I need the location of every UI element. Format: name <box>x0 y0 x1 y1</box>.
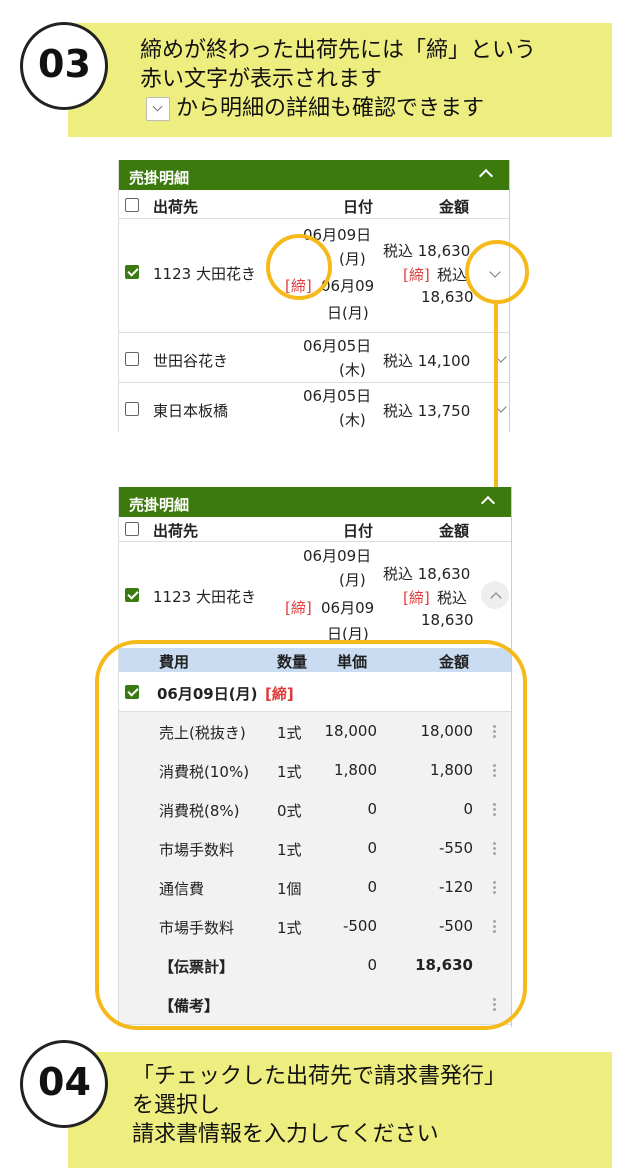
step4-text-line3: 請求書情報を入力してください <box>132 1122 439 1147</box>
step4-number: 04 <box>38 1060 91 1104</box>
chevron-down-icon <box>146 97 170 121</box>
step3-text-line1: 締めが終わった出荷先には「締」という <box>140 38 537 63</box>
panel-title: 売掛明細 <box>129 496 190 514</box>
col-date: 日付 <box>343 198 374 216</box>
closed-tag: [締] <box>285 599 312 617</box>
row-date-1: 06月05日 <box>303 387 372 405</box>
closed-tag-amount: [締] <box>403 266 430 284</box>
highlight-expand-button <box>465 240 529 304</box>
step3-text-line3-wrap: から明細の詳細も確認できます <box>146 94 484 123</box>
panel-header[interactable]: 売掛明細 <box>119 487 511 517</box>
row-destination: 東日本板橋 <box>153 402 229 420</box>
row-amount-2: 税込 <box>437 266 468 284</box>
row-date-2: (木) <box>339 411 366 429</box>
highlight-closed-tag <box>266 234 332 300</box>
panel-title: 売掛明細 <box>129 169 190 187</box>
closed-tag-amount: [締] <box>403 589 430 607</box>
column-header-row: 出荷先 日付 金額 <box>119 194 509 219</box>
row-checkbox[interactable] <box>125 265 139 279</box>
column-header-row: 出荷先 日付 金額 <box>119 517 511 542</box>
row-destination: 1123 大田花き <box>153 588 256 606</box>
step3-text-line2: 赤い文字が表示されます <box>140 67 383 92</box>
table-row-ota[interactable]: 1123 大田花き 06月09日 (月) [締] 06月09 日(月) 税込 1… <box>119 543 511 647</box>
step4-text-line2: を選択し <box>132 1093 221 1118</box>
row-destination: 世田谷花き <box>153 352 229 370</box>
select-all-checkbox[interactable] <box>125 522 139 536</box>
row-amount-1: 税込 18,630 <box>383 242 471 260</box>
row-amount-1: 税込 18,630 <box>383 565 471 583</box>
row-date-2: (月) <box>339 571 366 589</box>
row-amount-2: 税込 <box>437 589 468 607</box>
row-checkbox[interactable] <box>125 402 139 416</box>
row-checkbox[interactable] <box>125 588 139 602</box>
row-date-3: 06月09 <box>321 599 375 617</box>
row-date-2: (木) <box>339 361 366 379</box>
panel-header[interactable]: 売掛明細 <box>119 160 509 190</box>
row-checkbox[interactable] <box>125 352 139 366</box>
step4-text-line1: 「チェックした出荷先で請求書発行」 <box>132 1064 507 1089</box>
col-destination: 出荷先 <box>153 198 199 216</box>
highlight-detail-frame <box>95 640 527 1030</box>
col-date: 日付 <box>343 522 374 540</box>
select-all-checkbox[interactable] <box>125 198 139 212</box>
col-amount: 金額 <box>439 522 470 540</box>
row-amount-3: 18,630 <box>421 611 474 629</box>
step3-text-line3: から明細の詳細も確認できます <box>176 96 485 121</box>
row-date-4: 日(月) <box>327 304 369 322</box>
row-amount-1: 税込 13,750 <box>383 402 471 420</box>
row-amount-1: 税込 14,100 <box>383 352 471 370</box>
row-amount-3: 18,630 <box>421 288 474 306</box>
row-destination: 1123 大田花き <box>153 265 256 283</box>
table-row-setagaya[interactable]: 世田谷花き 06月05日 (木) 税込 14,100 <box>119 333 509 383</box>
row-date-1: 06月09日 <box>303 547 372 565</box>
col-destination: 出荷先 <box>153 522 199 540</box>
chevron-up-icon[interactable] <box>480 495 496 511</box>
col-amount: 金額 <box>439 198 470 216</box>
step3-number: 03 <box>38 42 91 86</box>
row-date-2: (月) <box>339 250 366 268</box>
chevron-up-icon[interactable] <box>478 168 494 184</box>
table-row-higashinihon[interactable]: 東日本板橋 06月05日 (木) 税込 13,750 <box>119 383 509 433</box>
row-date-1: 06月05日 <box>303 337 372 355</box>
